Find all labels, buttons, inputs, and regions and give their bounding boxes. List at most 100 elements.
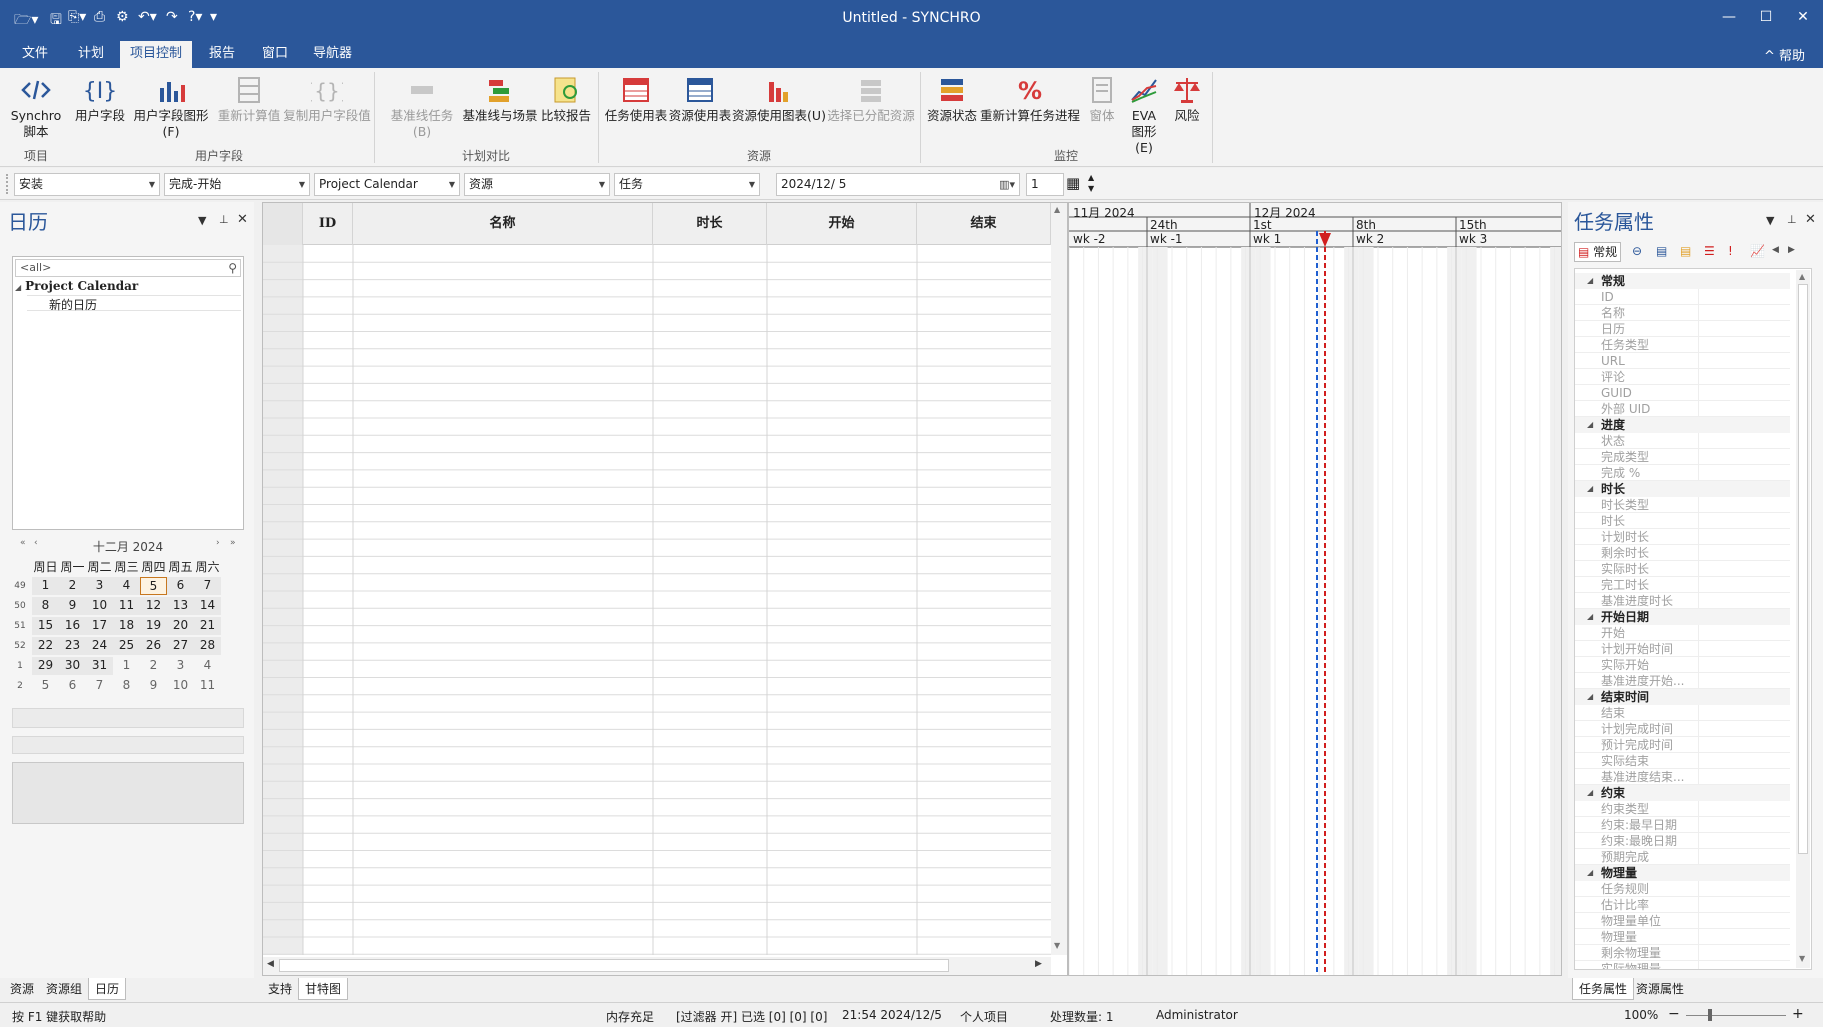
property-value[interactable] — [1698, 401, 1794, 417]
calendar-day[interactable]: 26 — [140, 637, 167, 655]
property-category[interactable]: ◢ 进度 — [1575, 417, 1790, 433]
calendar-day[interactable]: 9 — [140, 677, 167, 695]
calendar-day[interactable]: 8 — [113, 677, 140, 695]
property-value[interactable] — [1698, 801, 1794, 817]
calendar-day[interactable]: 20 — [167, 617, 194, 635]
tab-project-control[interactable]: 项目控制 — [120, 41, 193, 68]
tab-file[interactable]: 文件 — [12, 41, 58, 68]
property-value[interactable] — [1698, 337, 1794, 353]
collapse-icon[interactable]: ◢ — [1587, 785, 1593, 801]
tab-resource-properties[interactable]: 资源属性 — [1630, 978, 1690, 1000]
property-row[interactable]: 预计完成时间 — [1575, 737, 1790, 753]
property-row[interactable]: 完成类型 — [1575, 449, 1790, 465]
property-row[interactable]: 开始 — [1575, 625, 1790, 641]
property-row[interactable]: 任务类型 — [1575, 337, 1790, 353]
close-icon[interactable]: ✕ — [237, 212, 248, 227]
scroll-thumb[interactable] — [1798, 284, 1808, 854]
zoom-in-icon[interactable]: + — [1792, 1006, 1804, 1022]
property-row[interactable]: 剩余物理量 — [1575, 945, 1790, 961]
tab-window[interactable]: 窗口 — [252, 41, 298, 68]
calendar-day[interactable]: 16 — [59, 617, 86, 635]
property-row[interactable]: 完成 % — [1575, 465, 1790, 481]
synchro-script-button[interactable]: Synchro 脚本 — [8, 74, 64, 140]
chart-icon[interactable]: 📈 — [1750, 244, 1765, 258]
property-row[interactable]: 估计比率 — [1575, 897, 1790, 913]
property-value[interactable] — [1698, 385, 1794, 401]
property-value[interactable] — [1698, 737, 1794, 753]
filter-input[interactable]: <all> ⚲ — [15, 259, 241, 277]
calendar-day[interactable]: 23 — [59, 637, 86, 655]
property-value[interactable] — [1698, 545, 1794, 561]
property-row[interactable]: 基准进度开始... — [1575, 673, 1790, 689]
calendar-day[interactable]: 17 — [86, 617, 113, 635]
calendar-day[interactable]: 1 — [32, 577, 59, 595]
property-category[interactable]: ◢ 结束时间 — [1575, 689, 1790, 705]
property-row[interactable]: 计划完成时间 — [1575, 721, 1790, 737]
property-value[interactable] — [1698, 529, 1794, 545]
property-row[interactable]: 时长 — [1575, 513, 1790, 529]
property-row[interactable]: 任务规则 — [1575, 881, 1790, 897]
baseline-task-button[interactable]: 基准线任务(B) — [382, 74, 462, 140]
property-row[interactable]: 实际开始 — [1575, 657, 1790, 673]
calendar-day[interactable]: 21 — [194, 617, 221, 635]
scroll-up-icon[interactable]: ▲ — [1799, 272, 1805, 281]
calendar-day[interactable]: 18 — [113, 617, 140, 635]
minimize-button[interactable]: — — [1709, 4, 1749, 30]
property-value[interactable] — [1698, 721, 1794, 737]
calendar-day[interactable]: 7 — [86, 677, 113, 695]
collapse-icon[interactable]: ◢ — [1587, 865, 1593, 881]
calendar-day[interactable]: 28 — [194, 637, 221, 655]
property-category[interactable]: ◢ 开始日期 — [1575, 609, 1790, 625]
property-value[interactable] — [1698, 849, 1794, 865]
pin-icon[interactable]: ⊥ — [219, 213, 229, 226]
scroll-right-icon[interactable]: ▶ — [1788, 245, 1795, 255]
col-name[interactable]: 名称 — [353, 203, 653, 245]
property-row[interactable]: 完工时长 — [1575, 577, 1790, 593]
collapse-icon[interactable]: ◢ — [1587, 273, 1593, 289]
scroll-down-icon[interactable]: ▼ — [1799, 954, 1805, 963]
property-row[interactable]: 状态 — [1575, 433, 1790, 449]
outline-icon[interactable]: ☰ — [1704, 244, 1715, 258]
col-id[interactable]: ID — [303, 203, 353, 245]
code-combo[interactable]: 安装 ▼ — [14, 173, 160, 196]
property-value[interactable] — [1698, 289, 1794, 305]
panel-menu-icon[interactable]: ▼ — [1766, 214, 1774, 227]
property-value[interactable] — [1698, 353, 1794, 369]
property-value[interactable] — [1698, 449, 1794, 465]
next-year-icon[interactable]: » — [230, 538, 236, 548]
calendar-day[interactable]: 12 — [140, 597, 167, 615]
tab-task-properties[interactable]: 任务属性 — [1572, 978, 1635, 1000]
grid-hscroll[interactable]: ◀ ▶ — [263, 957, 1051, 975]
eva-chart-button[interactable]: EVA 图形(E) — [1124, 74, 1164, 156]
property-row[interactable]: 名称 — [1575, 305, 1790, 321]
property-row[interactable]: URL — [1575, 353, 1790, 369]
resource-chart-button[interactable]: 资源使用图表(U) — [732, 74, 826, 124]
calendar-day[interactable]: 3 — [167, 657, 194, 675]
collapse-icon[interactable]: ◢ — [1587, 689, 1593, 705]
calendar-day[interactable]: 11 — [194, 677, 221, 695]
property-row[interactable]: GUID — [1575, 385, 1790, 401]
property-row[interactable]: 约束类型 — [1575, 801, 1790, 817]
grid-vscroll[interactable]: ▲ ▼ — [1051, 203, 1067, 955]
calendar-combo[interactable]: Project Calendar ▼ — [314, 173, 460, 196]
property-value[interactable] — [1698, 321, 1794, 337]
property-row[interactable]: 基准进度时长 — [1575, 593, 1790, 609]
calendar-day-selected[interactable]: 5 — [140, 577, 167, 595]
resource-icon[interactable]: ▤ — [1656, 244, 1667, 258]
calendar-day[interactable]: 13 — [167, 597, 194, 615]
resource-combo[interactable]: 资源 ▼ — [464, 173, 610, 196]
calendar-day[interactable]: 11 — [113, 597, 140, 615]
search-icon[interactable]: ⚲ — [228, 260, 237, 276]
calendar-day[interactable]: 10 — [86, 597, 113, 615]
property-value[interactable] — [1698, 881, 1794, 897]
close-button[interactable]: ✕ — [1783, 4, 1823, 30]
tree-child[interactable]: 新的日历 — [27, 295, 241, 312]
recalc-progress-button[interactable]: % 重新计算任务进程 — [980, 74, 1080, 124]
resource-status-button[interactable]: 资源状态 — [924, 74, 980, 124]
property-category[interactable]: ◢ 常规 — [1575, 273, 1790, 289]
property-value[interactable] — [1698, 769, 1794, 785]
calendar-day[interactable]: 6 — [167, 577, 194, 595]
calendar-day[interactable]: 24 — [86, 637, 113, 655]
calculator-icon[interactable]: ▦ — [1066, 174, 1080, 192]
tab-report[interactable]: 报告 — [199, 41, 245, 68]
